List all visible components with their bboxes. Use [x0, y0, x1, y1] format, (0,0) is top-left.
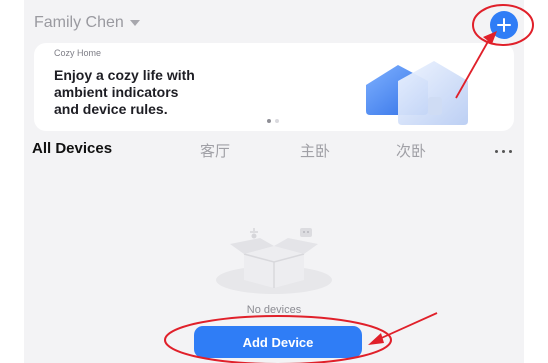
tab-living-room[interactable]: 客厅	[200, 140, 230, 161]
banner-brand: Cozy Home	[54, 48, 102, 58]
empty-state-message: No devices	[246, 304, 302, 316]
pagination-dot[interactable]	[267, 119, 271, 123]
promo-banner[interactable]: Cozy Home Enjoy a cozy life with ambient…	[34, 43, 514, 131]
more-icon[interactable]	[495, 150, 512, 153]
tab-second-bedroom[interactable]: 次卧	[396, 140, 426, 161]
empty-box-icon	[216, 228, 332, 294]
pagination-dot[interactable]	[275, 119, 279, 123]
add-button[interactable]	[490, 11, 518, 39]
tab-all-devices[interactable]: All Devices	[32, 140, 112, 157]
home-name: Family Chen	[34, 14, 124, 31]
chevron-down-icon	[129, 20, 140, 26]
home-illustration-icon	[366, 61, 468, 125]
room-tabs: All Devices 客厅 主卧 次卧	[32, 140, 524, 164]
banner-pagination	[267, 119, 279, 123]
tab-master-bedroom[interactable]: 主卧	[300, 140, 330, 161]
plus-icon	[497, 18, 511, 32]
add-device-button[interactable]: Add Device	[194, 326, 362, 358]
header: Family Chen	[24, 0, 524, 42]
app-screen: Family Chen Cozy Home Enjoy a cozy life …	[24, 0, 524, 363]
banner-message: Enjoy a cozy life with ambient indicator…	[54, 67, 195, 117]
home-selector[interactable]: Family Chen	[34, 14, 140, 32]
